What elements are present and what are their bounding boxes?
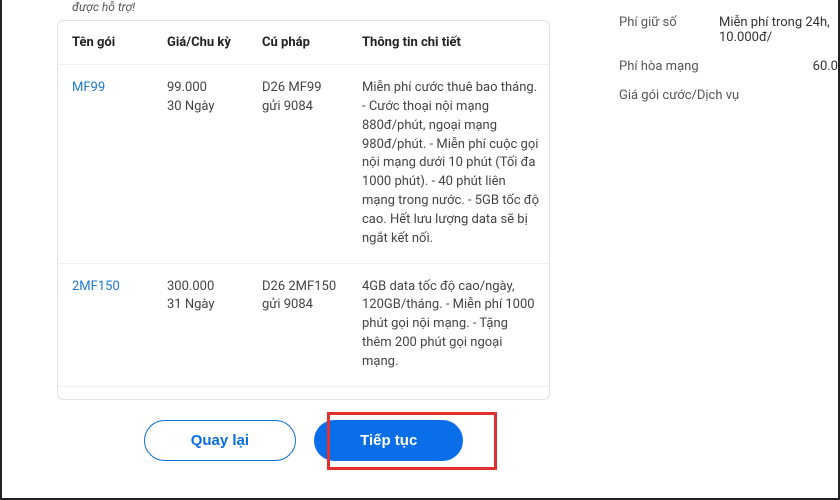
table-row: MF99 99.00030 Ngày D26 MF99 gửi 9084 Miễ… xyxy=(58,65,549,264)
plan-price-value xyxy=(779,88,838,103)
cell-details: Miễn phí cước thuê bao tháng. - Cước tho… xyxy=(348,65,549,264)
th-name: Tên gói xyxy=(58,21,153,65)
cell-details: 4GB data tốc độ cao/ngày, 120GB/tháng. -… xyxy=(348,263,549,386)
hold-fee-value: Miễn phí trong 24h, 10.000đ/ xyxy=(719,15,838,45)
cell-price: 99.00030 Ngày xyxy=(153,65,248,264)
connect-fee-value: 60.0 xyxy=(719,59,838,74)
table-row: 2MF150 300.00031 Ngày D26 2MF150 gửi 908… xyxy=(58,263,549,386)
continue-button[interactable]: Tiếp tục xyxy=(314,420,463,461)
back-button[interactable]: Quay lại xyxy=(144,420,296,461)
table-row: MF149 149.00030 Ngày D26 MF149 gửi 9084 … xyxy=(58,386,549,400)
th-syntax: Cú pháp xyxy=(248,21,348,65)
cell-price: 149.00030 Ngày xyxy=(153,386,248,400)
hold-fee-label: Phí giữ số xyxy=(619,15,719,45)
summary-panel: Phí giữ số Miễn phí trong 24h, 10.000đ/ … xyxy=(605,0,840,500)
package-table: Tên gói Giá/Chu kỳ Cú pháp Thông tin chi… xyxy=(58,21,549,400)
button-row: Quay lại Tiếp tục xyxy=(17,420,590,461)
cell-price: 300.00031 Ngày xyxy=(153,263,248,386)
info-row-connect-fee: Phí hòa mạng 60.0 xyxy=(619,52,838,81)
cell-syntax: D26 MF99 gửi 9084 xyxy=(248,65,348,264)
cell-syntax: D26 MF149 gửi 9084 xyxy=(248,386,348,400)
intro-text: được hỗ trợ! xyxy=(17,0,590,14)
th-price: Giá/Chu kỳ xyxy=(153,21,248,65)
cell-details: Miễn phí cước thuê bao tháng. - Miễn phí… xyxy=(348,386,549,400)
cell-syntax: D26 2MF150 gửi 9084 xyxy=(248,263,348,386)
package-link[interactable]: 2MF150 xyxy=(72,279,120,294)
info-row-plan-price: Giá gói cước/Dịch vụ xyxy=(619,81,838,110)
plan-price-label: Giá gói cước/Dịch vụ xyxy=(619,88,779,103)
connect-fee-label: Phí hòa mạng xyxy=(619,59,719,74)
package-link[interactable]: MF99 xyxy=(72,80,105,95)
info-row-hold-fee: Phí giữ số Miễn phí trong 24h, 10.000đ/ xyxy=(619,8,838,52)
package-table-wrap: Tên gói Giá/Chu kỳ Cú pháp Thông tin chi… xyxy=(57,20,550,400)
th-details: Thông tin chi tiết xyxy=(348,21,549,65)
